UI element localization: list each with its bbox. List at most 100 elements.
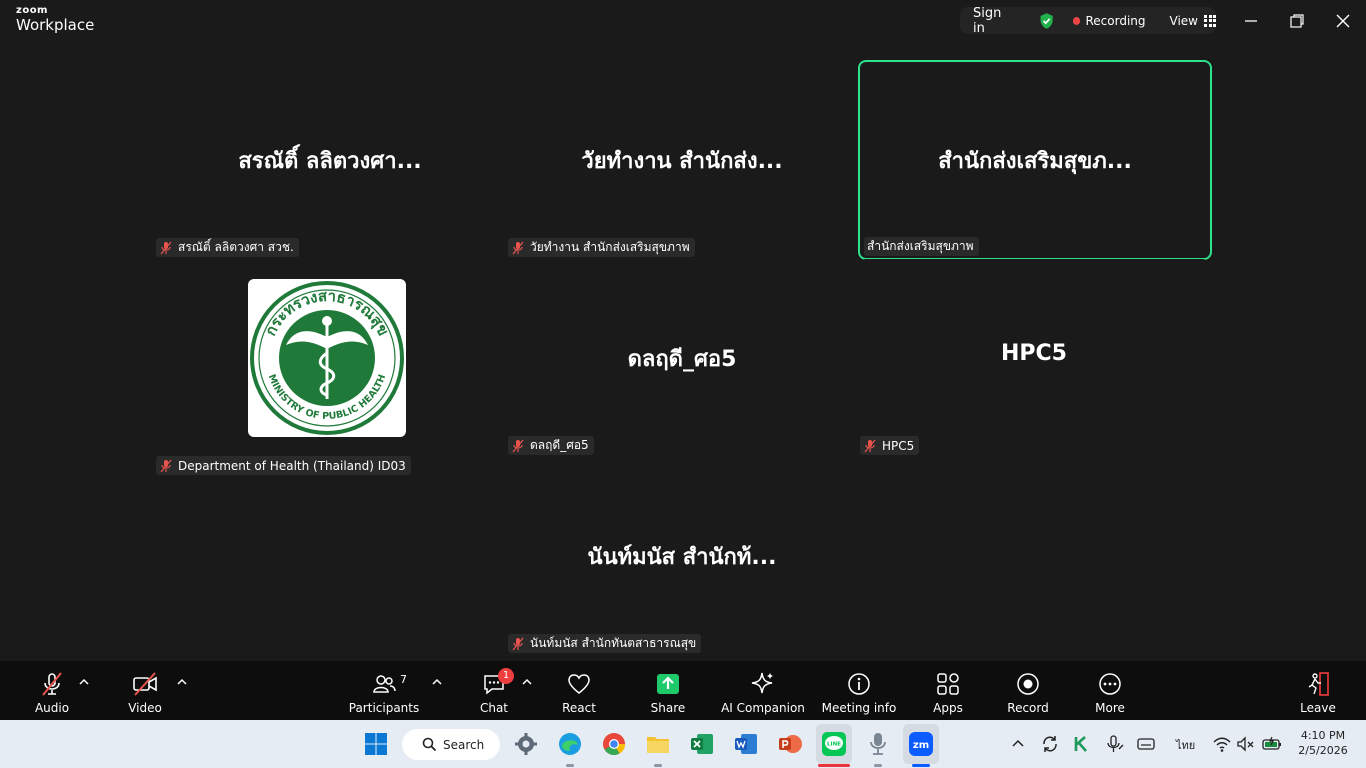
video-label: Video xyxy=(128,701,162,715)
restore-icon[interactable] xyxy=(1288,12,1306,30)
participant-tag-label: นันท์มนัส สำนักทันตสาธารณสุข xyxy=(530,636,697,650)
info-icon xyxy=(848,673,870,695)
word-icon[interactable] xyxy=(733,731,759,757)
line-app-icon[interactable]: LINE xyxy=(821,731,847,757)
participant-display-name: สรณัติ์ ลลิตวงศา... xyxy=(238,149,422,174)
record-icon xyxy=(1017,673,1039,695)
line-app-label: LINE xyxy=(827,742,841,748)
recording-label[interactable]: Recording xyxy=(1085,14,1145,28)
participant-tile[interactable]: วัยทำงาน สำนักส่ง... วัยทำงาน สำนักส่งเส… xyxy=(506,61,858,259)
sign-in-button[interactable]: Sign in xyxy=(960,6,1016,36)
muted-mic-icon xyxy=(160,241,172,254)
share-button[interactable]: Share xyxy=(648,661,688,720)
video-button[interactable]: Video xyxy=(124,661,166,720)
participant-name-tag: สำนักส่งเสริมสุขภาพ xyxy=(864,237,979,256)
participant-tile[interactable]: กระทรวงสาธารณสุข MINISTRY OF PUBLIC HEAL… xyxy=(154,279,506,477)
chrome-browser-icon[interactable] xyxy=(601,731,627,757)
ai-companion-button[interactable]: AI Companion xyxy=(721,661,805,720)
participant-name-tag: Department of Health (Thailand) ID03 xyxy=(156,456,411,475)
file-explorer-icon[interactable] xyxy=(645,731,671,757)
meeting-info-button[interactable]: Meeting info xyxy=(822,661,896,720)
participant-tile[interactable]: นันท์มนัส สำนักท้... นันท์มนัส สำนักทันต… xyxy=(506,457,858,655)
taskbar-clock[interactable]: 4:10 PM 2/5/2026 xyxy=(1288,728,1358,758)
share-label: Share xyxy=(650,701,686,715)
participant-name-tag: สรณัติ์ ลลิตวงศา สวช. xyxy=(156,238,299,257)
excel-icon[interactable] xyxy=(689,731,715,757)
participant-name-tag: ดลฤดี_ศอ5 xyxy=(508,436,594,455)
mic-app-running-indicator xyxy=(874,764,882,767)
participant-tag-label: ดลฤดี_ศอ5 xyxy=(530,438,589,452)
explorer-running-indicator xyxy=(654,764,662,767)
more-label: More xyxy=(1095,701,1125,715)
apps-icon xyxy=(937,673,959,695)
muted-mic-icon xyxy=(512,439,524,452)
participant-tag-label: สำนักส่งเสริมสุขภาพ xyxy=(867,239,974,253)
taskbar-search[interactable]: Search xyxy=(402,729,500,760)
apps-label: Apps xyxy=(933,701,963,715)
minimize-icon[interactable] xyxy=(1242,12,1260,30)
zoom-logo: zoom Workplace xyxy=(16,6,94,33)
record-button[interactable]: Record xyxy=(1006,661,1050,720)
heart-icon xyxy=(568,674,590,694)
share-screen-icon xyxy=(657,674,679,694)
keyboard-icon[interactable] xyxy=(1136,734,1156,754)
encryption-shield-icon[interactable] xyxy=(1038,12,1055,30)
participant-display-name: HPC5 xyxy=(1001,341,1067,366)
view-grid-icon[interactable] xyxy=(1204,14,1216,27)
audio-button[interactable]: Audio xyxy=(30,661,74,720)
audio-label: Audio xyxy=(34,701,70,715)
participant-tag-label: สรณัติ์ ลลิตวงศา สวช. xyxy=(178,240,294,254)
muted-mic-icon xyxy=(512,637,524,650)
apps-button[interactable]: Apps xyxy=(929,661,967,720)
muted-microphone-icon xyxy=(42,672,62,696)
zoom-window: zoom Workplace Sign in Recording View สร… xyxy=(0,0,1366,768)
participant-display-name: ดลฤดี_ศอ5 xyxy=(627,347,737,372)
edge-browser-icon[interactable] xyxy=(557,731,583,757)
input-language-indicator[interactable]: ไทย xyxy=(1176,736,1195,754)
more-icon xyxy=(1099,673,1121,695)
mic-in-use-icon[interactable] xyxy=(1104,734,1124,754)
podcast-mic-app-icon[interactable] xyxy=(865,731,891,757)
record-label: Record xyxy=(1007,701,1049,715)
clock-date: 2/5/2026 xyxy=(1298,744,1348,757)
close-icon[interactable] xyxy=(1334,12,1352,30)
participant-count: 7 xyxy=(400,673,407,686)
more-button[interactable]: More xyxy=(1090,661,1130,720)
video-off-icon xyxy=(133,672,157,696)
video-gallery: สรณัติ์ ลลิตวงศา... สรณัติ์ ลลิตวงศา สวช… xyxy=(0,44,1366,661)
sync-icon[interactable] xyxy=(1040,734,1060,754)
windows-start-icon[interactable] xyxy=(363,731,389,757)
logo-workplace-text: Workplace xyxy=(16,16,95,34)
participant-name-tag: นันท์มนัส สำนักทันตสาธารณสุข xyxy=(508,634,702,653)
view-button[interactable]: View xyxy=(1170,14,1198,28)
active-speaker-tile[interactable]: สำนักส่งเสริมสุขภ... สำนักส่งเสริมสุขภาพ xyxy=(858,60,1212,260)
audio-options-chevron-up-icon[interactable] xyxy=(78,677,90,687)
participant-tag-label: Department of Health (Thailand) ID03 xyxy=(178,458,406,473)
participants-icon xyxy=(373,675,396,693)
wifi-icon[interactable] xyxy=(1212,734,1232,754)
react-button[interactable]: React xyxy=(558,661,600,720)
participants-options-chevron-up-icon[interactable] xyxy=(431,677,443,687)
meeting-toolbar: Audio Video Participants 7 Chat 1 React … xyxy=(0,661,1366,720)
chat-unread-badge: 1 xyxy=(498,668,514,684)
participant-tile[interactable]: HPC5 HPC5 xyxy=(858,259,1210,457)
zoom-app-icon[interactable]: zm xyxy=(908,731,934,757)
participant-tile[interactable]: สรณัติ์ ลลิตวงศา... สรณัติ์ ลลิตวงศา สวช… xyxy=(154,61,506,259)
seal-emblem-icon: กระทรวงสาธารณสุข MINISTRY OF PUBLIC HEAL… xyxy=(250,281,404,435)
participant-tile[interactable]: ดลฤดี_ศอ5 ดลฤดี_ศอ5 xyxy=(506,259,858,457)
powerpoint-icon[interactable] xyxy=(777,731,803,757)
battery-charging-icon[interactable] xyxy=(1262,734,1282,754)
participants-label: Participants xyxy=(348,701,420,715)
leave-button[interactable]: Leave xyxy=(1298,661,1338,720)
participants-button[interactable]: Participants xyxy=(348,661,420,720)
chat-options-chevron-up-icon[interactable] xyxy=(521,677,533,687)
muted-mic-icon xyxy=(864,439,876,452)
kaspersky-k-icon[interactable] xyxy=(1072,734,1092,754)
settings-gear-icon[interactable] xyxy=(513,731,539,757)
video-options-chevron-up-icon[interactable] xyxy=(176,677,188,687)
meeting-info-label: Meeting info xyxy=(821,701,897,715)
react-label: React xyxy=(562,701,596,715)
leave-door-icon xyxy=(1308,672,1329,696)
tray-overflow-chevron-up-icon[interactable] xyxy=(1008,734,1028,754)
volume-muted-icon[interactable] xyxy=(1236,734,1256,754)
